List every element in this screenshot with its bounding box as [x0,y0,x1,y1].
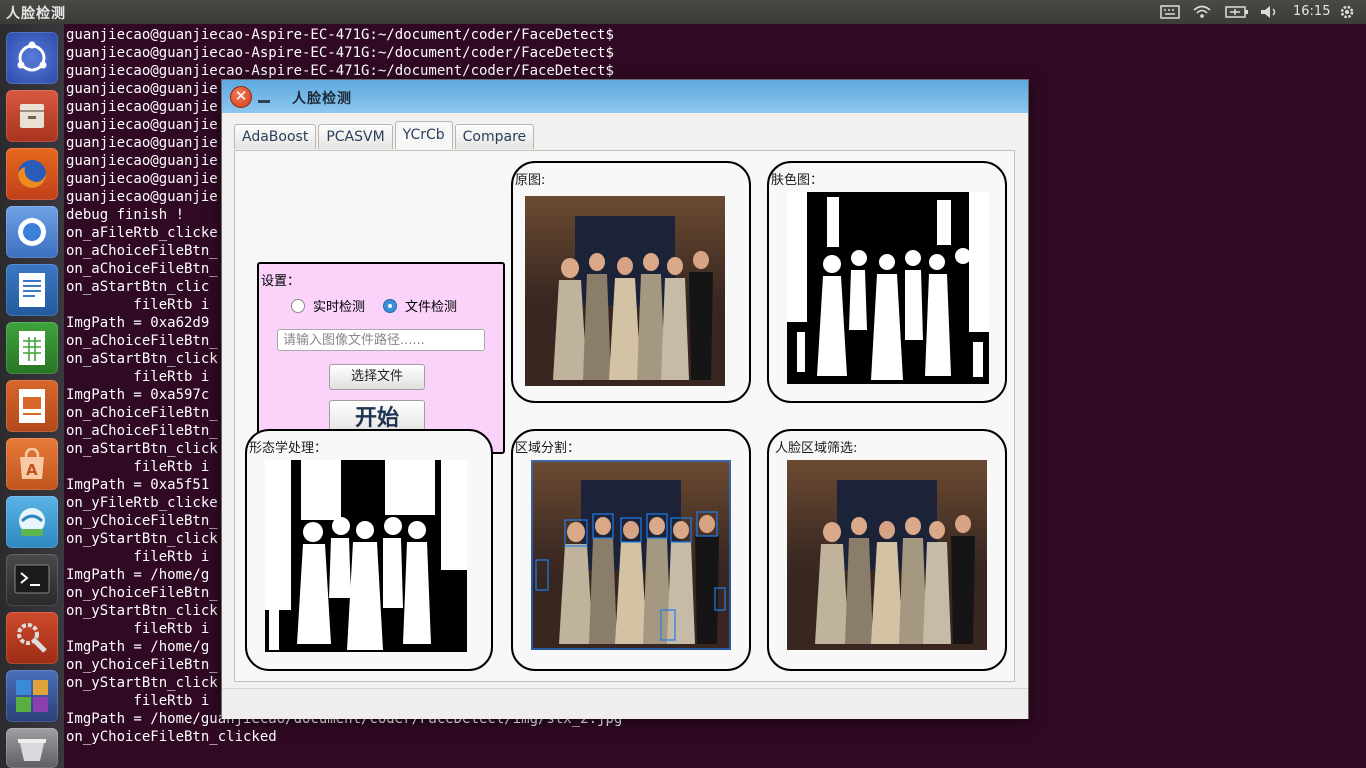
window-title: 人脸检测 [292,91,352,107]
face-region-image [787,460,987,650]
terminal-line: ImgPath = 0xa597c [66,387,210,403]
terminal-line: on_aChoiceFileBtn_ [66,333,218,349]
terminal-line: on_aChoiceFileBtn_ [66,261,218,277]
keyboard-icon[interactable] [1158,3,1182,21]
terminal-line: on_aStartBtn_clic [66,279,210,295]
skin-map-panel: 肤色图： [767,161,1007,403]
terminal-line: on_aChoiceFileBtn_ [66,405,218,421]
terminal-line: guanjiecao@guanjie [66,171,218,187]
terminal-line: guanjiecao@guanjie [66,153,218,169]
terminal-line: on_aChoiceFileBtn_ [66,243,218,259]
settings-panel: 设置： 实时检测 文件检测 选择文件 开始 [257,262,505,454]
terminal-line: fileRtb i [66,693,210,709]
file-radio[interactable]: 文件检测 [383,296,457,315]
tab-bar: AdaBoost PCASVM YCrCb Compare [234,121,536,150]
realtime-radio[interactable]: 实时检测 [291,296,365,315]
terminal-line: guanjiecao@guanjie [66,117,218,133]
wifi-icon[interactable] [1190,3,1214,21]
top-panel: 人脸检测 16:15 [0,0,1366,24]
morphology-label: 形态学处理： [249,441,328,456]
terminal-line: guanjiecao@guanjie [66,99,218,115]
terminal-line: fileRtb i [66,459,210,475]
original-image-panel: 原图: [511,161,751,403]
terminal-line: ImgPath = 0xa62d9 [66,315,210,331]
file-radio-label: 文件检测 [405,300,458,315]
realtime-radio-label: 实时检测 [313,300,366,315]
terminal-icon[interactable] [6,554,58,606]
settings-label: 设置： [261,274,301,289]
face-region-panel: 人脸区域筛选: [767,429,1007,671]
terminal-line: on_aStartBtn_click [66,351,218,367]
tab-adaboost[interactable]: AdaBoost [234,124,317,149]
writer-icon[interactable] [6,264,58,316]
clock[interactable]: 16:15 [1293,4,1330,19]
workspace-switcher-icon[interactable] [6,670,58,722]
tab-compare[interactable]: Compare [454,124,535,149]
terminal-line: on_yStartBtn_click [66,531,218,547]
radio-unchecked-icon [291,298,305,313]
trash-icon[interactable] [6,728,58,768]
terminal-line: on_yFileRtb_clicke [66,495,218,511]
app-title: 人脸检测 [6,6,66,22]
skin-map-image [787,192,989,384]
image-path-input[interactable] [277,329,485,351]
original-label: 原图: [515,173,546,188]
power-gear-icon[interactable] [1336,3,1358,21]
terminal-line: on_yStartBtn_click [66,603,218,619]
radio-checked-icon [383,298,397,313]
terminal-line: on_aStartBtn_click [66,441,218,457]
face-detect-window: ✕ 人脸检测 AdaBoost PCASVM YCrCb Compare 设置：… [221,79,1029,719]
calc-icon[interactable] [6,322,58,374]
tab-pcasvm[interactable]: PCASVM [318,124,393,149]
terminal-line: on_yStartBtn_click [66,675,218,691]
terminal-line: on_aChoiceFileBtn_ [66,423,218,439]
window-status-strip [222,688,1028,719]
terminal-line: fileRtb i [66,297,210,313]
terminal-line: on_yChoiceFileBtn_clicked [66,729,277,745]
svg-text:A: A [26,461,38,479]
ubuntu-dash-icon[interactable] [6,32,58,84]
battery-icon[interactable] [1224,3,1250,21]
terminal-line: debug finish ! [66,207,185,223]
terminal-line: fileRtb i [66,549,210,565]
launcher: A [0,24,65,768]
firefox-icon[interactable] [6,148,58,200]
terminal-line: guanjiecao@guanjiecao-Aspire-EC-471G:~/d… [66,63,614,79]
impress-icon[interactable] [6,380,58,432]
settings-icon[interactable] [6,612,58,664]
face-region-label: 人脸区域筛选: [775,441,858,456]
terminal-line: ImgPath = /home/g [66,639,210,655]
morphology-image [265,460,467,652]
terminal-line: guanjiecao@guanjie [66,135,218,151]
region-segmentation-panel: 区域分割： [511,429,751,671]
ycrcb-tab-pane: 设置： 实时检测 文件检测 选择文件 开始 原图: [234,150,1015,682]
region-image [531,460,731,650]
close-icon[interactable]: ✕ [230,86,252,108]
window-titlebar[interactable]: ✕ 人脸检测 [222,80,1028,113]
terminal-line: on_aFileRtb_clicke [66,225,218,241]
terminal-line: guanjiecao@guanjiecao-Aspire-EC-471G:~/d… [66,45,614,61]
original-image [525,196,725,386]
app-icon[interactable] [6,496,58,548]
software-center-icon[interactable]: A [6,438,58,490]
terminal-line: fileRtb i [66,621,210,637]
terminal-line: on_yChoiceFileBtn_ [66,513,218,529]
files-icon[interactable] [6,90,58,142]
volume-icon[interactable] [1257,3,1281,21]
terminal-line: guanjiecao@guanjie [66,81,218,97]
choose-file-button[interactable]: 选择文件 [329,364,425,390]
region-label: 区域分割： [515,441,581,456]
skin-map-label: 肤色图： [771,173,824,188]
tab-ycrcb[interactable]: YCrCb [394,121,453,149]
terminal-line: on_yChoiceFileBtn_ [66,657,218,673]
terminal-line: ImgPath = 0xa5f51 [66,477,210,493]
chromium-icon[interactable] [6,206,58,258]
terminal-line: on_yChoiceFileBtn_ [66,585,218,601]
terminal-line: ImgPath = /home/g [66,567,210,583]
morphology-panel: 形态学处理： [245,429,493,671]
terminal-line: fileRtb i [66,369,210,385]
terminal-line: guanjiecao@guanjie [66,189,218,205]
terminal-line: guanjiecao@guanjiecao-Aspire-EC-471G:~/d… [66,27,614,43]
minimize-icon[interactable] [258,88,272,106]
